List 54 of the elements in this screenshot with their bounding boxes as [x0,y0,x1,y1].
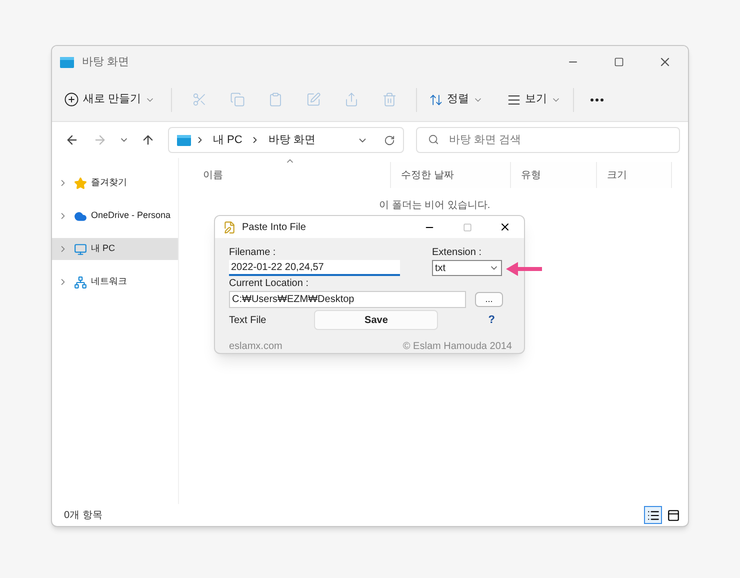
save-button[interactable]: Save [314,310,438,330]
clipboard-icon [268,92,283,107]
new-button[interactable]: 새로 만들기 [64,91,164,108]
pointer-arrow [506,262,542,276]
star-icon [74,176,87,190]
sort-button[interactable]: 정렬 [425,91,488,108]
extension-label: Extension : [432,246,482,260]
rename-icon [306,92,321,107]
location-label: Current Location : [229,277,310,291]
website-text: eslamx.com [229,340,282,353]
search-field[interactable]: 바탕 화면 검색 [416,127,680,153]
sidebar-item[interactable]: 내 PC [52,238,178,260]
details-view-button[interactable] [644,506,662,524]
scissors-icon [192,92,207,107]
sidebar-item[interactable]: OneDrive - Persona [52,205,178,227]
window-title: 바탕 화면 [82,54,130,70]
desktop-folder-icon [60,56,74,68]
network-icon [74,276,87,288]
trash-icon [382,92,397,107]
file-type-label: Text File [229,314,266,328]
tiles-view-icon [666,508,680,522]
browse-button[interactable]: ... [475,292,503,307]
copyright-text: © Eslam Hamouda 2014 [402,340,512,353]
location-field[interactable]: C:₩Users₩EZM₩Desktop [229,291,466,308]
desktop-folder-icon [177,134,191,146]
monitor-icon [74,242,87,256]
more-icon [590,98,604,102]
item-count: 0개 항목 [64,508,102,522]
breadcrumb[interactable]: 바탕 화면 [268,132,316,148]
sort-arrows-icon [429,92,444,106]
search-icon [428,134,439,145]
plus-icon [64,92,79,107]
details-view-icon [646,508,660,522]
maximize-icon [462,222,472,232]
filename-label: Filename : [229,246,277,260]
help-link[interactable]: ? [488,312,495,328]
copy-icon [230,92,245,107]
sidebar-item[interactable]: 네트워크 [52,271,178,293]
share-icon [344,92,359,107]
breadcrumb[interactable]: 내 PC [213,132,242,148]
empty-folder-message: 이 폴더는 비어 있습니다. [379,200,490,211]
document-pen-icon [223,220,236,234]
address-bar[interactable]: 내 PC 바탕 화면 [168,127,404,153]
extension-dropdown[interactable]: txt [432,260,502,276]
close-icon [499,221,511,233]
close-icon [658,55,672,69]
dialog-title: Paste Into File [242,220,306,234]
maximize-icon [614,57,624,67]
view-button[interactable]: 보기 [503,91,566,108]
cloud-icon [74,210,87,222]
lines-icon [507,92,522,106]
filename-field[interactable]: 2022-01-22 20,24,57 [229,260,400,276]
refresh-icon [384,134,395,146]
sidebar-item[interactable]: 즐겨찾기 [52,172,178,194]
